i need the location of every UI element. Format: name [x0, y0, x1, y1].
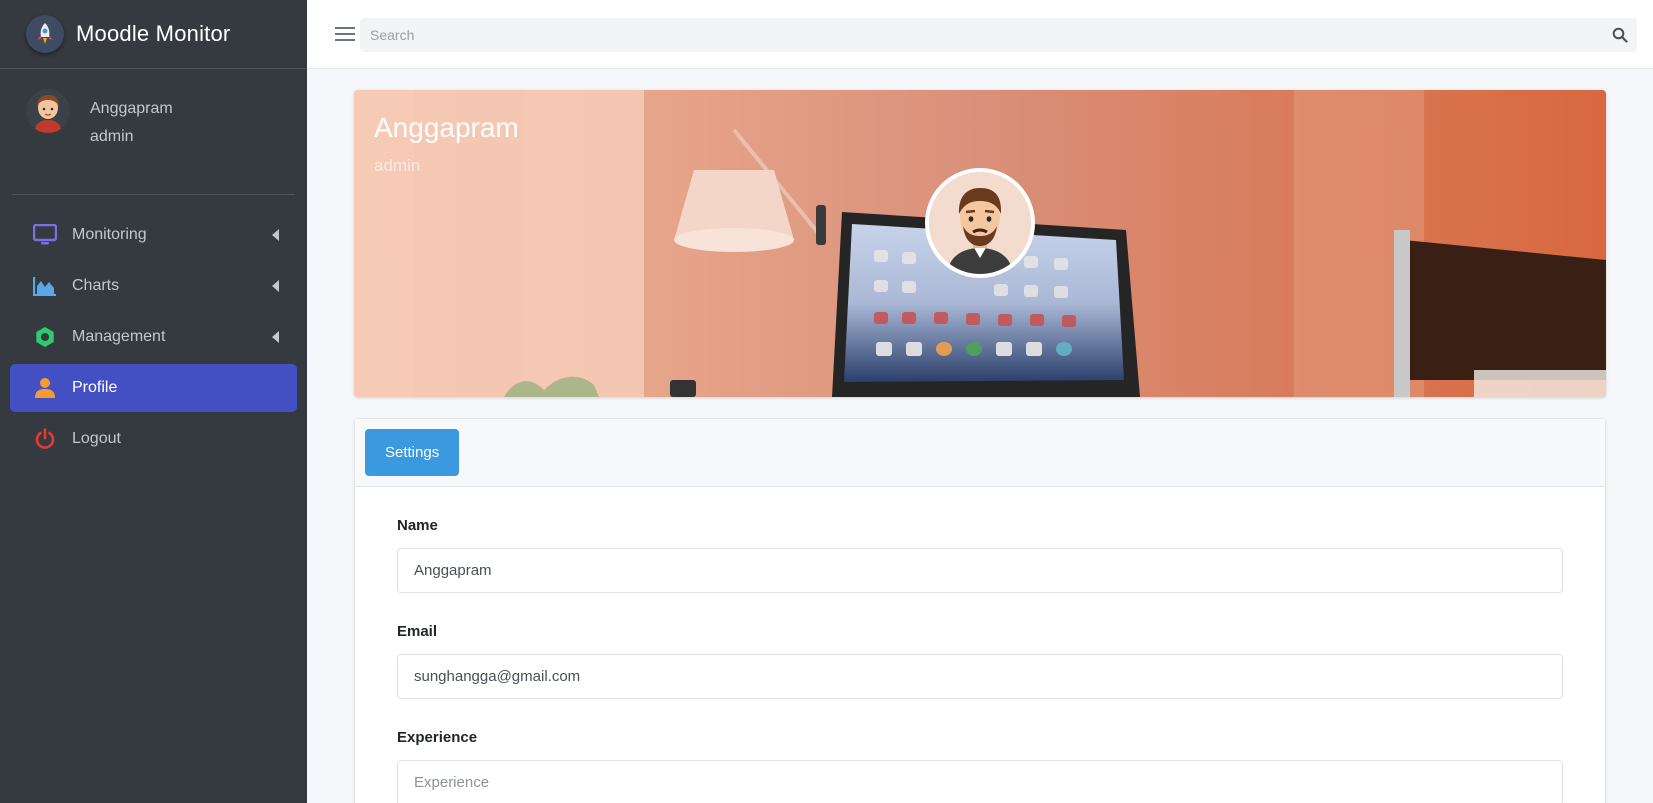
name-field[interactable] — [397, 548, 1563, 593]
profile-name: Anggapram — [374, 112, 519, 143]
gear-icon — [32, 324, 58, 350]
card-header: Settings — [355, 419, 1605, 487]
sidebar-item-label: Management — [72, 328, 166, 345]
user-panel[interactable]: Anggapram admin — [12, 69, 295, 195]
brand-link[interactable]: Moodle Monitor — [0, 0, 307, 69]
sidebar-item-management[interactable]: Management — [10, 313, 297, 361]
user-icon — [32, 375, 58, 401]
avatar — [26, 89, 70, 133]
chevron-left-icon — [272, 280, 279, 292]
rocket-icon — [26, 15, 64, 53]
sidebar-item-label: Charts — [72, 277, 120, 294]
power-icon — [32, 426, 58, 452]
profile-role: admin — [374, 156, 421, 175]
sidebar-item-label: Profile — [72, 379, 118, 396]
chart-area-icon — [32, 273, 58, 299]
search-bar — [360, 18, 1637, 52]
sidebar-item-profile[interactable]: Profile — [10, 364, 297, 412]
name-label: Name — [397, 517, 438, 534]
chevron-left-icon — [272, 331, 279, 343]
profile-avatar — [925, 168, 1035, 278]
sidebar-item-charts[interactable]: Charts — [10, 262, 297, 310]
brand-name: Moodle Monitor — [76, 21, 231, 46]
hamburger-icon[interactable] — [335, 27, 355, 41]
monitor-icon — [32, 222, 58, 248]
search-input[interactable] — [360, 18, 1603, 52]
search-icon[interactable] — [1603, 18, 1637, 52]
experience-field[interactable] — [397, 760, 1563, 803]
user-role: admin — [90, 128, 134, 145]
sidebar-item-label: Monitoring — [72, 226, 147, 243]
settings-card: Settings Name Email Experience — [354, 418, 1606, 803]
chevron-left-icon — [272, 229, 279, 241]
sidebar-item-monitoring[interactable]: Monitoring — [10, 211, 297, 259]
user-name: Anggapram — [90, 100, 173, 117]
profile-cover: Anggapram admin — [354, 90, 1606, 397]
sidebar-item-logout[interactable]: Logout — [10, 415, 297, 463]
settings-form: Name Email Experience — [355, 517, 1605, 803]
tab-settings[interactable]: Settings — [365, 429, 460, 476]
sidebar-nav: Monitoring Charts Management Profile Log… — [0, 211, 307, 463]
user-info: Anggapram admin — [90, 95, 173, 151]
email-field[interactable] — [397, 654, 1563, 699]
email-label: Email — [397, 623, 438, 640]
sidebar: Moodle Monitor Anggapram admin Monitorin… — [0, 0, 307, 803]
experience-label: Experience — [397, 729, 478, 746]
top-navbar — [307, 0, 1653, 69]
sidebar-item-label: Logout — [72, 430, 121, 447]
